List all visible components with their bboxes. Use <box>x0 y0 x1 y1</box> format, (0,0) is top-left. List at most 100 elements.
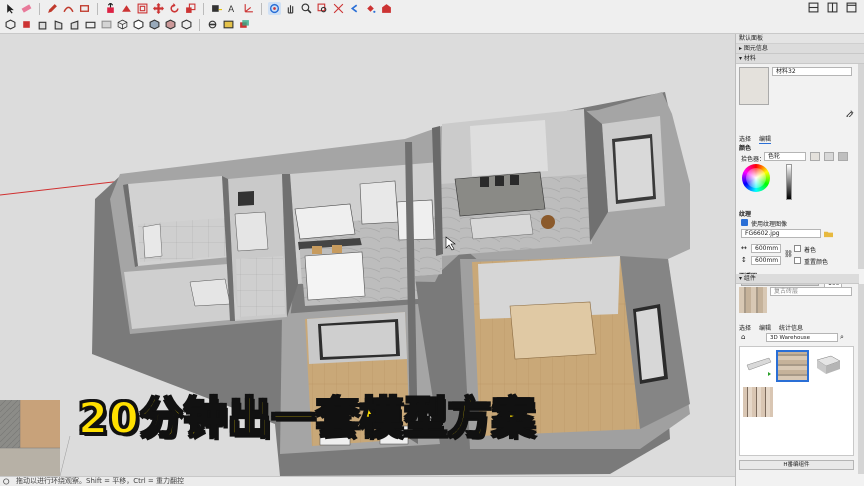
orbit-icon[interactable] <box>268 2 281 15</box>
top-view-icon[interactable] <box>20 18 33 31</box>
component-name-field[interactable]: 复古砖层 <box>770 287 852 296</box>
3d-warehouse-icon[interactable] <box>380 2 393 15</box>
toolbar-row-2 <box>4 17 251 32</box>
materials-scrollbar[interactable] <box>858 64 864 269</box>
tab-comp-edit[interactable]: 编辑 <box>759 323 771 332</box>
wireframe-icon[interactable] <box>116 18 129 31</box>
material-name-field[interactable]: 材料32 <box>772 67 852 76</box>
component-item[interactable] <box>743 387 773 417</box>
texture-width-field[interactable]: 600mm <box>751 244 781 253</box>
tab-edit[interactable]: 编辑 <box>759 134 772 144</box>
pan-icon[interactable] <box>284 2 297 15</box>
component-item-selected[interactable] <box>776 350 809 382</box>
eraser-icon[interactable] <box>20 2 33 15</box>
paint-bucket-icon[interactable] <box>364 2 377 15</box>
window-icon[interactable] <box>845 1 858 14</box>
warehouse-search-field[interactable]: 3D Warehouse <box>766 333 838 342</box>
browse-folder-icon[interactable] <box>824 229 833 238</box>
section-plane-icon[interactable] <box>206 18 219 31</box>
component-icon[interactable] <box>807 1 820 14</box>
arc-icon[interactable] <box>62 2 75 15</box>
styles-icon[interactable] <box>222 18 235 31</box>
rotate-icon[interactable] <box>168 2 181 15</box>
zoom-extents-icon[interactable] <box>332 2 345 15</box>
tab-comp-stats[interactable]: 统计信息 <box>779 323 803 332</box>
entity-info-header[interactable]: ▸ 图元信息 <box>736 44 864 54</box>
back-view-icon[interactable] <box>68 18 81 31</box>
tray-title: 默认面板 <box>736 34 864 44</box>
component-grid <box>739 346 854 456</box>
color-wheel[interactable] <box>742 164 770 192</box>
axes-icon[interactable] <box>242 2 255 15</box>
shaded-texture-icon[interactable] <box>164 18 177 31</box>
iso-view-icon[interactable] <box>4 18 17 31</box>
brightness-slider[interactable] <box>786 164 792 200</box>
toolbar-row-1: A <box>4 1 393 16</box>
undo-color-button[interactable] <box>824 152 834 161</box>
component-footer-button[interactable]: H番编组件 <box>739 460 854 470</box>
tile-samples[interactable] <box>0 400 71 476</box>
follow-me-icon[interactable] <box>120 2 133 15</box>
match-color-button[interactable] <box>838 152 848 161</box>
toolbar-divider <box>261 2 262 15</box>
offset-icon[interactable] <box>136 2 149 15</box>
text-icon[interactable]: A <box>226 2 239 15</box>
use-texture-label: 使用纹理图像 <box>751 221 788 228</box>
zoom-icon[interactable] <box>300 2 313 15</box>
colorize-checkbox[interactable] <box>794 245 801 252</box>
component-item[interactable] <box>743 350 773 380</box>
right-view-icon[interactable] <box>52 18 65 31</box>
3d-viewport[interactable]: 20分钟出一套模型方案 <box>0 34 735 476</box>
front-view-icon[interactable] <box>36 18 49 31</box>
reset-color-label: 重置颜色 <box>804 259 829 266</box>
picker-label: 拾色器： <box>741 156 766 163</box>
materials-header[interactable]: ▾ 材料 <box>736 54 864 64</box>
height-arrow-icon: ↕ <box>741 256 747 264</box>
tape-measure-icon[interactable] <box>210 2 223 15</box>
shaded-icon[interactable] <box>148 18 161 31</box>
scale-icon[interactable] <box>184 2 197 15</box>
layout-icon[interactable] <box>826 1 839 14</box>
materials-body: 材料32 选择 编辑 颜色 拾色器： 色轮 纹理 使用纹理图像 FG6602.j… <box>736 64 859 304</box>
scenes-icon[interactable] <box>238 18 251 31</box>
monochrome-icon[interactable] <box>180 18 193 31</box>
sketchup-window: A 20分钟出一套模型方案 拖动以进行环绕观察。Shift = 平移，Ctrl … <box>0 0 864 486</box>
component-tabs: 选择 编辑 统计信息 <box>739 323 803 332</box>
move-icon[interactable] <box>152 2 165 15</box>
color-picker-select[interactable]: 色轮 <box>764 152 806 161</box>
svg-text:A: A <box>228 5 234 14</box>
use-texture-checkbox[interactable] <box>741 219 748 226</box>
previous-view-icon[interactable] <box>348 2 361 15</box>
toolbar: A <box>0 0 864 34</box>
rectangle-icon[interactable] <box>78 2 91 15</box>
hidden-line-icon[interactable] <box>132 18 145 31</box>
info-icon <box>3 478 10 485</box>
eyedropper-icon[interactable] <box>846 109 854 119</box>
lock-aspect-icon[interactable]: ⛓ <box>784 250 793 258</box>
reset-color-checkbox[interactable] <box>794 257 801 264</box>
tab-comp-select[interactable]: 选择 <box>739 323 751 332</box>
xray-icon[interactable] <box>100 18 113 31</box>
color-label: 颜色 <box>739 145 752 152</box>
left-view-icon[interactable] <box>84 18 97 31</box>
pencil-icon[interactable] <box>46 2 59 15</box>
components-label: 组件 <box>743 275 756 282</box>
material-preview <box>739 67 769 105</box>
materials-label: 材料 <box>743 55 756 62</box>
toolbar-right-group <box>807 1 858 14</box>
push-pull-icon[interactable] <box>104 2 117 15</box>
width-arrow-icon: ↔ <box>741 244 747 252</box>
color-swatch <box>810 152 820 161</box>
component-item[interactable] <box>813 350 843 380</box>
status-bar: 拖动以进行环绕观察。Shift = 平移，Ctrl = 重力翻控 <box>0 476 735 486</box>
home-icon[interactable]: ⌂ <box>741 333 745 341</box>
component-thumbnail <box>739 287 767 313</box>
select-tool-icon[interactable] <box>4 2 17 15</box>
texture-height-field[interactable]: 600mm <box>751 256 781 265</box>
components-scrollbar[interactable] <box>858 284 864 474</box>
components-header[interactable]: ▾ 组件 <box>736 274 859 284</box>
texture-file-field[interactable]: FG6602.jpg <box>741 229 821 238</box>
colorize-label: 着色 <box>804 247 817 254</box>
search-icon[interactable]: ⌕ <box>840 333 844 342</box>
zoom-window-icon[interactable] <box>316 2 329 15</box>
